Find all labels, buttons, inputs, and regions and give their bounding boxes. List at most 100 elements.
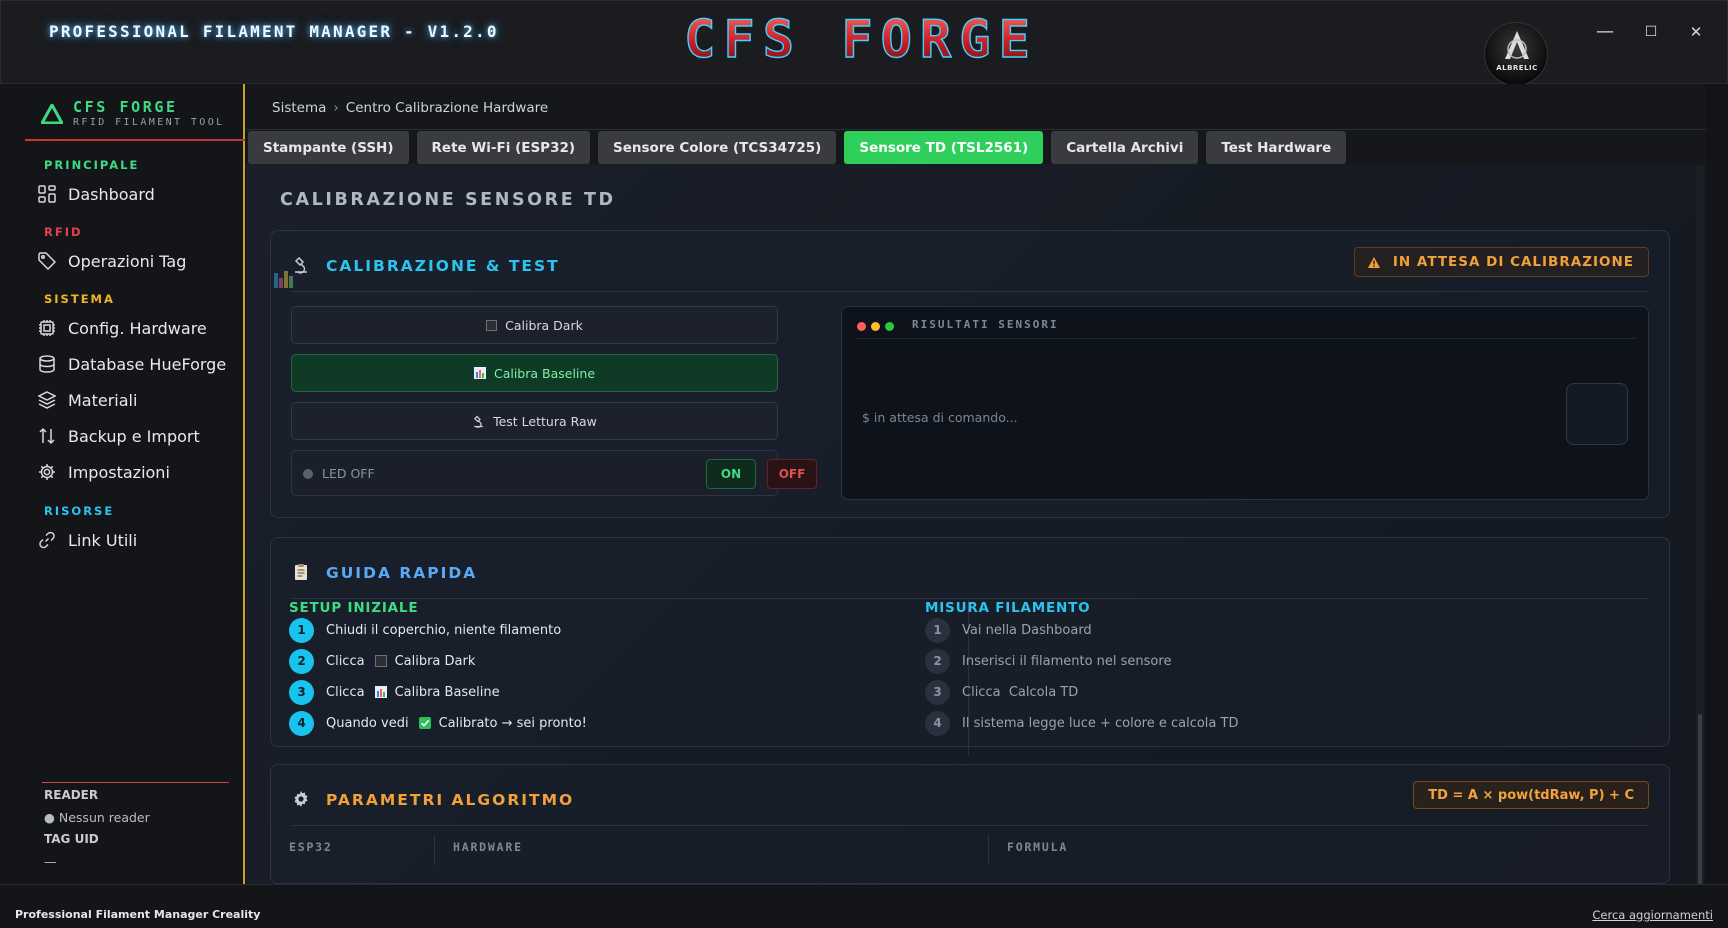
formula-badge: TD = A × pow(tdRaw, P) + C [1413,781,1649,809]
avatar[interactable]: ALBRELIC [1484,22,1548,86]
sensor-results-terminal: RISULTATI SENSORI $ in attesa di comando… [841,306,1649,500]
chip-icon [39,320,55,336]
dark-square-icon [486,319,498,331]
tab-bar: Stampante (SSH) Rete Wi-Fi (ESP32) Senso… [248,131,1347,164]
avatar-logo-icon [1505,31,1529,59]
layers-icon [38,391,56,409]
breadcrumb-root[interactable]: Sistema [272,100,326,116]
step-text: Clicca Calcola TD [962,684,1079,700]
step-number: 4 [925,710,950,736]
sidebar-item-label: Backup e Import [68,426,200,446]
minimize-button[interactable]: — [1590,17,1620,47]
led-control-row: LED OFF ON OFF [291,450,817,496]
calibration-title: CALIBRAZIONE & TEST [326,257,560,275]
tab-test-hardware[interactable]: Test Hardware [1206,131,1347,164]
sidebar-item-label: Config. Hardware [68,318,207,338]
terminal-title: RISULTATI SENSORI [912,318,1059,331]
tag-uid-value: — [44,854,57,869]
maximize-button[interactable]: ☐ [1636,17,1666,47]
link-icon [39,531,55,549]
test-lettura-raw-label: Test Lettura Raw [493,413,597,429]
terminal-divider [856,338,1636,339]
sidebar-item-label: Impostazioni [68,462,170,482]
sidebar: CFS FORGE RFID FILAMENT TOOL PRINCIPALE … [0,84,245,884]
step-text: Calibrato → sei pronto! [438,715,587,731]
clipboard-icon [295,564,307,580]
sidebar-item-label: Link Utili [68,530,138,550]
breadcrumb-current: Centro Calibrazione Hardware [345,100,549,116]
tab-sensore-colore[interactable]: Sensore Colore (TCS34725) [598,131,837,164]
sidebar-section-rfid: RFID [44,225,83,239]
calibra-baseline-button[interactable]: Calibra Baseline [291,354,778,392]
sidebar-item-impostazioni[interactable]: Impostazioni [38,457,238,487]
sidebar-item-operazioni-tag[interactable]: Operazioni Tag [38,246,238,276]
status-footer: Professional Filament Manager Creality C… [0,884,1728,928]
tag-uid-label: TAG UID [44,832,99,846]
params-card: PARAMETRI ALGORITMO TD = A × pow(tdRaw, … [270,764,1670,884]
measure-step: 4 Il sistema legge luce + colore e calco… [925,710,1238,736]
bar-chart-icon [473,367,486,379]
close-button[interactable]: ✕ [1681,17,1711,47]
tag-icon [38,252,56,270]
sidebar-footer-divider [42,782,229,783]
tab-stampante-ssh[interactable]: Stampante (SSH) [248,131,409,164]
step-prefix: Clicca [326,653,365,669]
card-divider [291,291,1649,292]
tab-sensore-td[interactable]: Sensore TD (TSL2561) [844,131,1044,164]
scrollbar-thumb[interactable] [1698,714,1702,884]
sidebar-item-link-utili[interactable]: Link Utili [38,525,238,555]
brand-logo: CFS FORGE [683,9,1030,70]
checkbox-checked-icon [418,717,431,729]
step-number: 1 [289,617,314,643]
params-title: PARAMETRI ALGORITMO [326,791,575,809]
param-column-divider [434,835,435,865]
microscope-small-icon [474,415,483,428]
calibra-dark-button[interactable]: Calibra Dark [291,306,778,344]
sidebar-item-label: Database HueForge [68,354,227,374]
guide-card: GUIDA RAPIDA SETUP INIZIALE 1 Chiudi il … [270,537,1670,755]
sidebar-section-sistema: SISTEMA [44,292,115,306]
sidebar-item-config-hardware[interactable]: Config. Hardware [38,313,238,343]
title-bar: PROFESSIONAL FILAMENT MANAGER - V1.2.0 C… [0,0,1728,86]
sidebar-logo-title: CFS FORGE [73,98,178,116]
status-badge: IN ATTESA DI CALIBRAZIONE [1353,247,1649,277]
arrows-updown-icon [39,427,55,445]
measure-title: MISURA FILAMENTO [925,600,1091,616]
card-divider [291,598,1649,599]
tab-rete-wifi[interactable]: Rete Wi-Fi (ESP32) [416,131,591,164]
setup-step: 1 Chiudi il coperchio, niente filamento [289,617,561,643]
breadcrumb-separator: › [333,100,339,116]
color-preview-box [1566,383,1628,445]
terminal-dot-red [857,322,866,331]
step-text: Il sistema legge luce + colore e calcola… [962,715,1239,731]
status-text: IN ATTESA DI CALIBRAZIONE [1392,254,1634,270]
forge-logo-icon [41,104,63,124]
led-off-button[interactable]: OFF [767,459,817,489]
sidebar-item-dashboard[interactable]: Dashboard [38,179,238,209]
setup-step: 4 Quando vedi Calibrato → sei pronto! [289,710,587,736]
calibra-baseline-label: Calibra Baseline [493,365,596,381]
sidebar-section-principale: PRINCIPALE [44,158,140,172]
led-on-button[interactable]: ON [706,459,756,489]
breadcrumb-divider [246,129,1706,130]
check-updates-link[interactable]: Cerca aggiornamenti [1592,908,1713,922]
sidebar-item-backup-import[interactable]: Backup e Import [38,421,238,451]
test-lettura-raw-button[interactable]: Test Lettura Raw [291,402,778,440]
content-area: CALIBRAZIONE SENSORE TD CALIBRAZIONE & T… [246,164,1706,884]
dashboard-grid-icon [38,185,56,203]
step-prefix: Quando vedi [326,715,409,731]
measure-step: 3 Clicca Calcola TD [925,679,1078,705]
step-number: 3 [925,679,950,705]
tab-cartella-archivi[interactable]: Cartella Archivi [1051,131,1199,164]
sidebar-item-database-hueforge[interactable]: Database HueForge [38,349,238,379]
step-number: 4 [289,710,314,736]
step-text: Calibra Baseline [394,684,500,700]
page-title: CALIBRAZIONE SENSORE TD [280,190,616,210]
step-prefix: Clicca [326,684,365,700]
sidebar-section-risorse: RISORSE [44,504,115,518]
sidebar-item-label: Dashboard [68,184,155,204]
guide-title: GUIDA RAPIDA [326,564,478,582]
setup-step: 2 Clicca Calibra Dark [289,648,475,674]
sidebar-item-materiali[interactable]: Materiali [38,385,238,415]
calibra-dark-label: Calibra Dark [505,317,583,333]
